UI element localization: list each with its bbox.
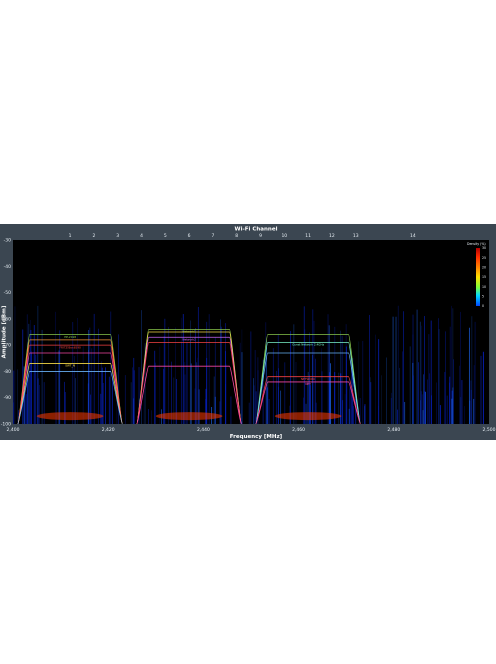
network-ssid-label: Guest Network 2.4GHz [292,343,324,347]
top-axis-title: Wi-Fi Channel [235,227,278,233]
colorbar-tick-label: 20 [482,266,486,270]
colorbar-tick-label: 10 [482,285,486,289]
channel-tick-label: 5 [164,233,167,239]
channel-tick-label: 10 [281,233,287,239]
colorbar-tick-label: 25 [482,256,486,260]
y-tick-label: -40 [4,264,11,270]
y-tick-label: -50 [4,290,11,296]
density-hotspot [36,412,104,421]
network-ssid-label: NETWORK [301,377,315,381]
channel-tick-label: 3 [116,233,119,239]
channel-tick-label: 2 [92,233,95,239]
channel-ticks: 1 2 3 4 5 6 7 8 9 10 11 12 13 14 [69,233,416,239]
network-ssid-label: NET [305,382,311,386]
x-tick-label: 2,500 [483,427,496,433]
colorbar-tick-label: 5 [482,295,484,299]
channel-tick-label: 12 [329,233,335,239]
colorbar-tick-label: 0 [482,304,484,308]
channel-tick-label: 8 [235,233,238,239]
spectrum-chart: Wi-Fi Channel 1 2 3 4 5 6 7 8 9 10 11 12 13 14 HP-201… [1,227,496,441]
network-ssid-label: Network1 [182,330,196,334]
x-tick-label: 2,420 [102,427,115,433]
colorbar-tick-label: 30 [482,246,486,250]
network-ssid-label: SWT_N [65,364,75,368]
y-tick-label: -80 [4,369,11,375]
colorbar-gradient [476,248,480,306]
x-axis-title: Frequency [MHz] [230,434,283,440]
x-tick-label: 2,440 [197,427,210,433]
network-ssid-label: Network2 [182,337,196,341]
y-tick-label: -100 [1,422,11,428]
channel-tick-label: 14 [410,233,416,239]
channel-tick-label: 4 [140,233,143,239]
x-tick-label: 2,480 [387,427,400,433]
channel-tick-label: 6 [188,233,191,239]
y-tick-label: -30 [4,238,11,244]
density-hotspot [155,412,223,421]
channel-tick-label: 9 [259,233,262,239]
channel-tick-label: 7 [211,233,214,239]
channel-tick-label: 1 [69,233,72,239]
network-ssid-label: FRITZ!Box6590 [59,345,81,349]
network-ssid-label: HP-2018 [64,335,76,339]
x-tick-label: 2,400 [7,427,20,433]
y-tick-label: -90 [4,395,11,401]
x-ticks: 2,400 2,420 2,440 2,460 2,480 2,500 [7,427,496,433]
x-tick-label: 2,460 [292,427,305,433]
colorbar-tick-label: 15 [482,275,486,279]
density-hotspot [274,412,342,421]
channel-tick-label: 13 [353,233,359,239]
spectrum-panel: Wi-Fi Channel 1 2 3 4 5 6 7 8 9 10 11 12 13 14 HP-201… [0,224,496,440]
y-axis-title: Amplitude [dBm] [2,305,8,358]
channel-tick-label: 11 [305,233,311,239]
